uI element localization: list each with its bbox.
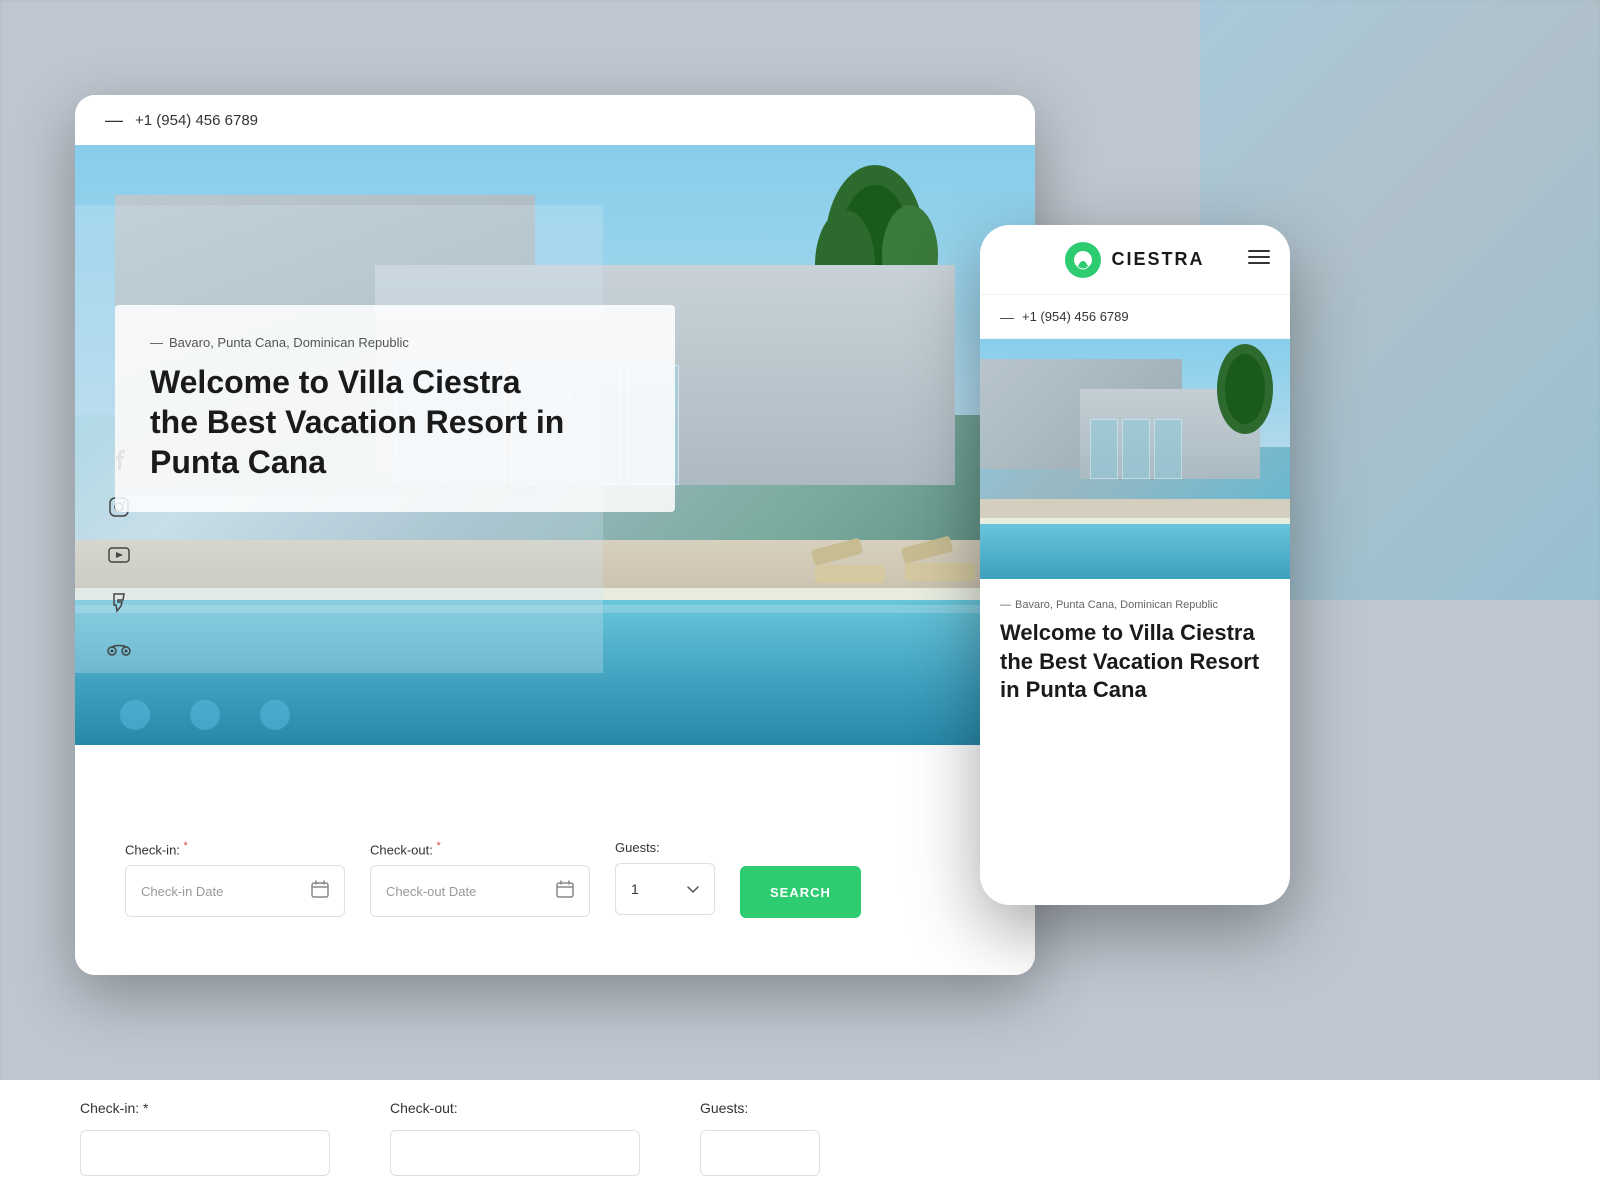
bg-checkout-label: Check-out: [390, 1100, 640, 1116]
tablet-phone-number: +1 (954) 456 6789 [135, 112, 258, 129]
guests-select[interactable]: 1 [615, 863, 715, 915]
mobile-location: — Bavaro, Punta Cana, Dominican Republic [1000, 599, 1270, 611]
checkout-field: Check-out: * Check-out Date [370, 840, 590, 917]
tripadvisor-icon[interactable] [105, 637, 133, 665]
checkin-input[interactable]: Check-in Date [125, 865, 345, 917]
bg-bottom-bar: Check-in: * Check-out: Guests: [0, 1080, 1600, 1200]
checkin-label: Check-in: * [125, 840, 345, 857]
mobile-hero-bg [980, 339, 1290, 579]
mobile-mockup: CIESTRA — +1 (954) 456 6789 [980, 225, 1290, 905]
mobile-pool-edge [980, 518, 1290, 524]
welcome-location: — Bavaro, Punta Cana, Dominican Republic [150, 335, 640, 350]
bg-guests-field: Guests: [700, 1100, 820, 1176]
guests-label: Guests: [615, 840, 715, 855]
lounge-chairs-svg [805, 535, 1005, 595]
checkout-input[interactable]: Check-out Date [370, 865, 590, 917]
welcome-card: — Bavaro, Punta Cana, Dominican Republic… [115, 305, 675, 512]
dropdown-chevron-icon [687, 881, 699, 897]
booking-bar: Check-in: * Check-in Date Check-out: * [75, 815, 1035, 975]
mobile-header: CIESTRA [980, 225, 1290, 295]
mobile-glass-panels [1090, 419, 1182, 479]
location-dash: — [150, 335, 163, 350]
mobile-hero [980, 339, 1290, 579]
mobile-phone-bar: — +1 (954) 456 6789 [980, 295, 1290, 339]
tablet-phone-dash: — [105, 110, 123, 131]
guests-field: Guests: 1 [615, 840, 715, 915]
mobile-pool [980, 519, 1290, 579]
checkout-label: Check-out: * [370, 840, 590, 857]
mobile-phone-number: +1 (954) 456 6789 [1022, 309, 1129, 324]
mobile-location-text: Bavaro, Punta Cana, Dominican Republic [1015, 599, 1218, 611]
mobile-location-dash: — [1000, 599, 1011, 611]
mobile-welcome-title: Welcome to Villa Ciestra the Best Vacati… [1000, 619, 1270, 705]
bg-checkin-field: Check-in: * [80, 1100, 330, 1176]
mobile-menu-icon[interactable] [1248, 248, 1270, 271]
bg-checkout-field: Check-out: [390, 1100, 640, 1176]
bg-guests-input [700, 1130, 820, 1176]
search-button[interactable]: SEARCH [740, 866, 861, 918]
bg-guests-label: Guests: [700, 1100, 820, 1116]
youtube-icon[interactable] [105, 541, 133, 569]
bg-checkin-label: Check-in: * [80, 1100, 330, 1116]
location-text: Bavaro, Punta Cana, Dominican Republic [169, 335, 409, 350]
checkout-calendar-icon [556, 880, 574, 903]
mobile-phone-dash: — [1000, 309, 1014, 325]
tablet-mockup: — +1 (954) 456 6789 [75, 95, 1035, 975]
mobile-brand-name: CIESTRA [1111, 249, 1204, 270]
checkin-calendar-icon [311, 880, 329, 903]
mobile-logo-icon [1065, 242, 1101, 278]
pool-lights [105, 695, 405, 735]
welcome-title: Welcome to Villa Ciestra the Best Vacati… [150, 362, 640, 482]
checkin-field: Check-in: * Check-in Date [125, 840, 345, 917]
bg-checkout-input [390, 1130, 640, 1176]
tablet-hero: — Bavaro, Punta Cana, Dominican Republic… [75, 145, 1035, 745]
mobile-welcome-card: — Bavaro, Punta Cana, Dominican Republic… [980, 579, 1290, 725]
bg-checkin-input [80, 1130, 330, 1176]
tablet-top-bar: — +1 (954) 456 6789 [75, 95, 1035, 145]
foursquare-icon[interactable] [105, 589, 133, 617]
mobile-tree-svg [1215, 344, 1275, 444]
